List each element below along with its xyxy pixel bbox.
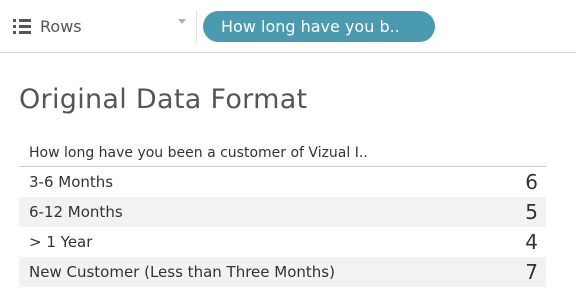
table-row[interactable]: 6-12 Months 5 <box>19 197 546 227</box>
rows-shelf[interactable]: Rows How long have you b.. <box>0 0 576 53</box>
table-row[interactable]: 3-6 Months 6 <box>19 167 546 197</box>
rows-dimension-pill[interactable]: How long have you b.. <box>203 11 435 42</box>
row-label: 3-6 Months <box>29 173 114 191</box>
shelf-divider <box>196 10 197 43</box>
rows-label-text: Rows <box>40 16 82 36</box>
row-label: 6-12 Months <box>29 203 123 221</box>
data-table: How long have you been a customer of Viz… <box>19 141 546 287</box>
row-value: 5 <box>525 200 538 224</box>
table-row[interactable]: New Customer (Less than Three Months) 7 <box>19 257 546 287</box>
sheet-title: Original Data Format <box>19 84 308 115</box>
row-value: 6 <box>525 170 538 194</box>
rows-icon <box>13 18 31 34</box>
table-row[interactable]: > 1 Year 4 <box>19 227 546 257</box>
chevron-down-icon[interactable] <box>178 19 186 24</box>
rows-shelf-label: Rows <box>13 13 82 39</box>
row-value: 4 <box>525 230 538 254</box>
column-header[interactable]: How long have you been a customer of Viz… <box>19 141 546 167</box>
row-label: > 1 Year <box>29 233 93 251</box>
row-value: 7 <box>525 260 538 284</box>
row-label: New Customer (Less than Three Months) <box>29 263 335 281</box>
